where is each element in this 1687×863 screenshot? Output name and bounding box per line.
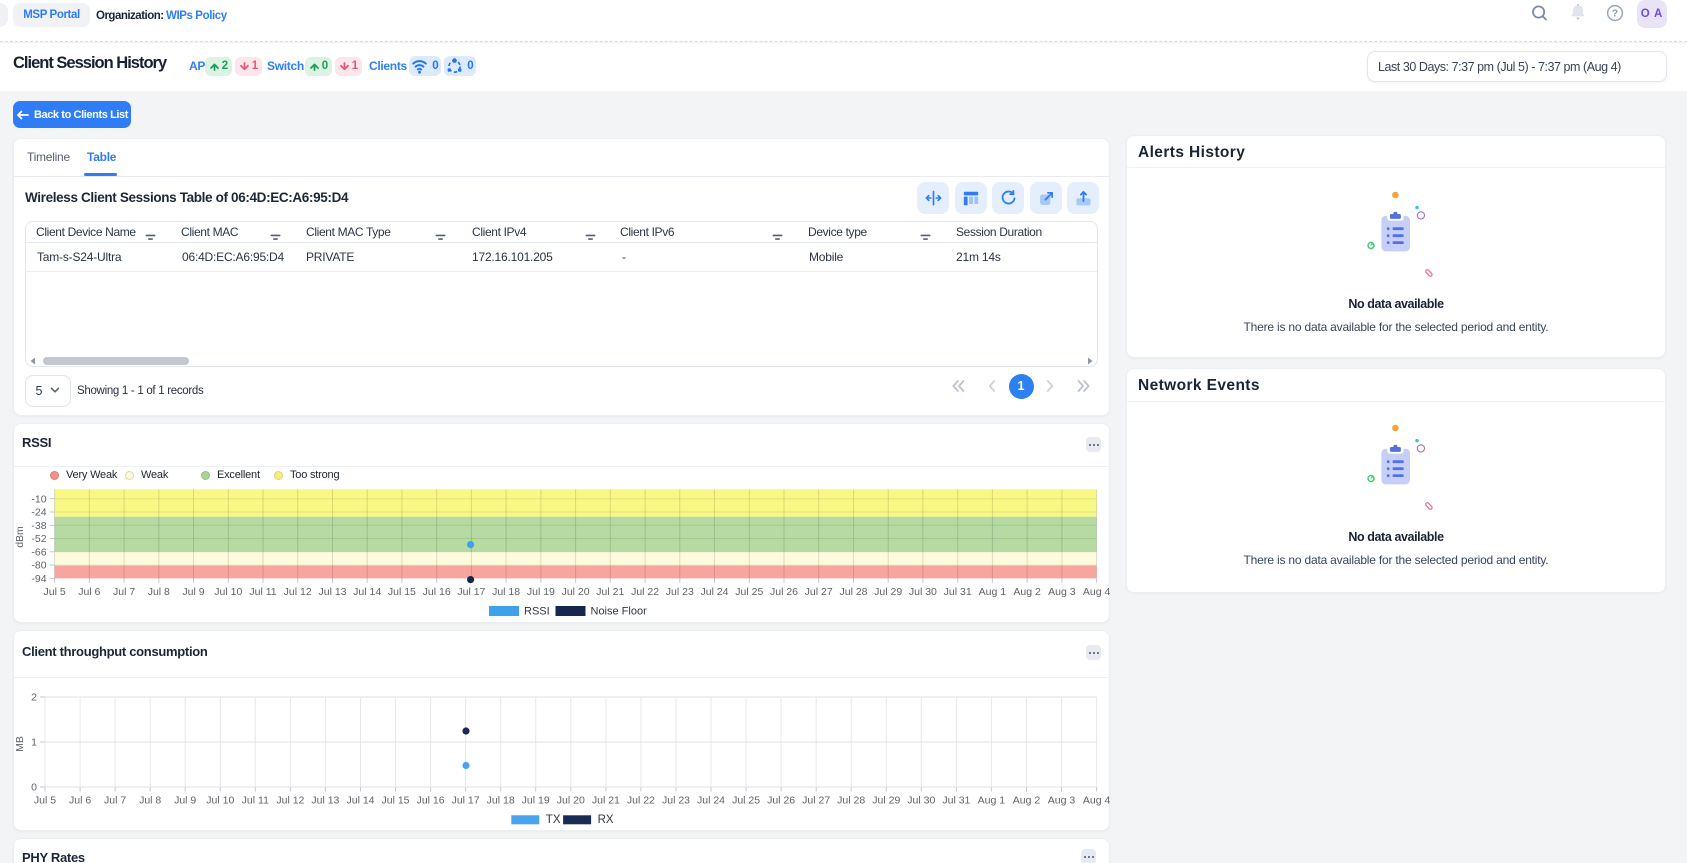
svg-text:1: 1 [31,737,37,749]
svg-text:Jul 25: Jul 25 [732,795,760,807]
svg-text:0: 0 [31,782,37,794]
svg-text:dBm: dBm [14,526,26,548]
svg-text:Aug 2: Aug 2 [1013,586,1041,598]
svg-text:Jul 20: Jul 20 [557,795,585,807]
svg-text:-52: -52 [31,533,46,545]
svg-text:Jul 28: Jul 28 [839,586,867,598]
svg-text:Jul 6: Jul 6 [69,795,91,807]
svg-text:Jul 30: Jul 30 [909,586,937,598]
svg-text:Aug 1: Aug 1 [979,586,1007,598]
svg-text:Jul 27: Jul 27 [805,586,833,598]
svg-text:Jul 11: Jul 11 [249,586,276,598]
svg-text:Jul 18: Jul 18 [492,586,520,598]
svg-text:Jul 22: Jul 22 [631,586,659,598]
svg-text:Jul 26: Jul 26 [767,795,795,807]
svg-text:?: ? [1612,8,1618,20]
svg-text:-10: -10 [31,493,46,505]
svg-text:Jul 14: Jul 14 [346,795,374,807]
svg-text:-66: -66 [31,546,46,558]
svg-text:Jul 23: Jul 23 [662,795,690,807]
svg-text:Jul 20: Jul 20 [562,586,590,598]
svg-text:Jul 13: Jul 13 [311,795,339,807]
svg-text:Jul 5: Jul 5 [44,586,66,598]
svg-text:Jul 17: Jul 17 [452,795,480,807]
svg-text:Jul 12: Jul 12 [284,586,312,598]
svg-text:Jul 6: Jul 6 [78,586,100,598]
svg-text:Jul 5: Jul 5 [34,795,56,807]
svg-text:Jul 24: Jul 24 [697,795,725,807]
svg-text:-38: -38 [31,520,46,532]
svg-text:Aug 4: Aug 4 [1083,795,1110,807]
svg-text:Jul 10: Jul 10 [206,795,234,807]
svg-text:Jul 23: Jul 23 [666,586,694,598]
svg-text:Aug 3: Aug 3 [1048,586,1076,598]
svg-text:MB: MB [14,736,26,752]
svg-text:-80: -80 [31,560,46,572]
svg-text:Jul 17: Jul 17 [457,586,485,598]
svg-text:Jul 15: Jul 15 [381,795,409,807]
svg-text:Jul 26: Jul 26 [770,586,798,598]
svg-text:Jul 21: Jul 21 [596,586,624,598]
svg-text:Jul 14: Jul 14 [353,586,381,598]
svg-text:Aug 1: Aug 1 [978,795,1006,807]
svg-text:Jul 29: Jul 29 [874,586,902,598]
svg-text:Aug 2: Aug 2 [1013,795,1041,807]
svg-text:Jul 9: Jul 9 [182,586,204,598]
svg-text:2: 2 [31,692,37,704]
svg-text:Jul 30: Jul 30 [907,795,935,807]
svg-text:Jul 19: Jul 19 [527,586,555,598]
svg-text:Jul 29: Jul 29 [872,795,900,807]
svg-text:Jul 7: Jul 7 [104,795,126,807]
svg-text:Jul 28: Jul 28 [837,795,865,807]
svg-text:Noise Floor: Noise Floor [591,606,648,618]
svg-text:Jul 25: Jul 25 [735,586,763,598]
svg-text:Jul 9: Jul 9 [174,795,196,807]
svg-text:Jul 21: Jul 21 [592,795,620,807]
svg-text:Jul 10: Jul 10 [214,586,242,598]
svg-text:Jul 13: Jul 13 [318,586,346,598]
svg-text:Jul 16: Jul 16 [423,586,451,598]
svg-text:Jul 22: Jul 22 [627,795,655,807]
svg-text:Jul 19: Jul 19 [522,795,550,807]
svg-text:RX: RX [598,814,614,826]
svg-text:Jul 8: Jul 8 [139,795,161,807]
svg-text:-94: -94 [31,573,46,585]
svg-text:Jul 16: Jul 16 [417,795,445,807]
svg-text:Jul 7: Jul 7 [113,586,135,598]
svg-text:Jul 31: Jul 31 [942,795,970,807]
svg-text:TX: TX [546,814,561,826]
svg-text:Jul 18: Jul 18 [487,795,515,807]
svg-text:Jul 24: Jul 24 [700,586,728,598]
svg-text:Jul 12: Jul 12 [276,795,304,807]
svg-text:Jul 31: Jul 31 [944,586,972,598]
svg-text:RSSI: RSSI [524,606,550,618]
svg-text:Jul 15: Jul 15 [388,586,416,598]
svg-text:-24: -24 [31,507,46,519]
svg-text:Aug 4: Aug 4 [1083,586,1110,598]
svg-text:Jul 11: Jul 11 [242,795,269,807]
svg-text:Aug 3: Aug 3 [1048,795,1076,807]
svg-text:Jul 27: Jul 27 [802,795,830,807]
svg-text:Jul 8: Jul 8 [148,586,170,598]
